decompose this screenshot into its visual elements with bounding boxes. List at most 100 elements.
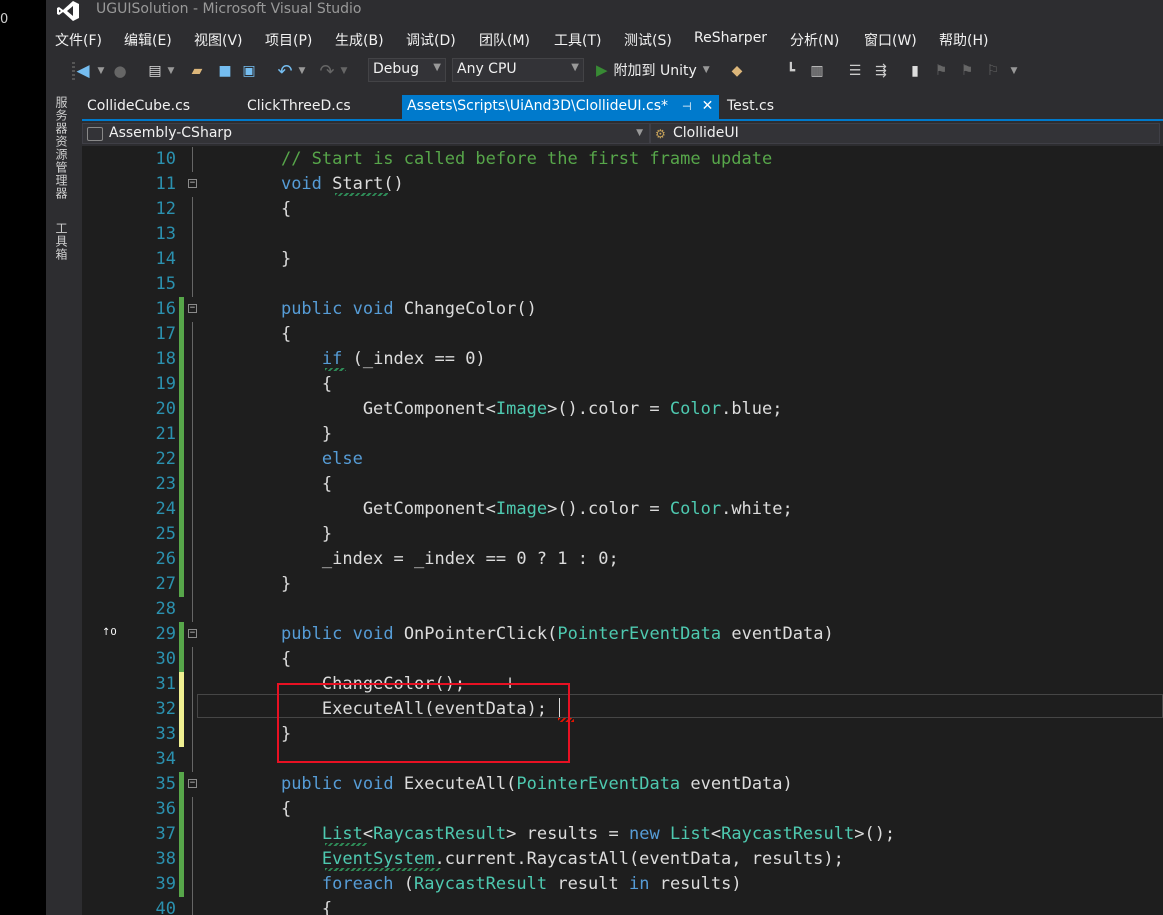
configuration-select[interactable]: Debug ▼ (368, 58, 446, 82)
attach-unity-button[interactable]: ▶ 附加到 Unity ▼ (596, 58, 710, 82)
menu-help[interactable]: 帮助(H) (939, 30, 988, 50)
collapse-icon[interactable]: − (188, 304, 197, 313)
code-line[interactable]: 11− void Start() (82, 172, 1163, 197)
step-icon[interactable]: ┗ (782, 60, 800, 82)
class-icon: ⚙ (655, 127, 666, 141)
code-line[interactable]: 27 } (82, 572, 1163, 597)
code-line[interactable]: 26 _index = _index == 0 ? 1 : 0; (82, 547, 1163, 572)
undo-icon[interactable]: ↶ (276, 60, 294, 82)
tab-clickthreed[interactable]: ClickThreeD.cs (247, 95, 351, 119)
menu-analyze[interactable]: 分析(N) (790, 30, 839, 50)
code-line[interactable]: 13 (82, 222, 1163, 247)
code-line[interactable]: 12 { (82, 197, 1163, 222)
menu-resharper[interactable]: ReSharper (694, 30, 767, 46)
menu-window[interactable]: 窗口(W) (864, 30, 917, 50)
menu-team[interactable]: 团队(M) (479, 30, 530, 50)
code-line[interactable]: 40 { (82, 897, 1163, 915)
code-line[interactable]: 35 − public void ExecuteAll(PointerEventD… (82, 772, 1163, 797)
code-line[interactable]: 38 EventSystem.current.RaycastAll(eventD… (82, 847, 1163, 872)
save-all-icon[interactable]: ▣ (240, 60, 258, 82)
code-line[interactable]: 24 GetComponent<Image>().color = Color.w… (82, 497, 1163, 522)
redo-icon[interactable]: ↷ (318, 60, 336, 82)
code-line[interactable]: 21 } (82, 422, 1163, 447)
open-file-icon[interactable]: ▰ (188, 60, 206, 82)
new-dropdown-icon[interactable]: ▼ (166, 60, 176, 82)
menu-file[interactable]: 文件(F) (55, 30, 102, 50)
visual-studio-logo-icon (57, 1, 79, 21)
menu-tools[interactable]: 工具(T) (554, 30, 601, 50)
menu-build[interactable]: 生成(B) (335, 30, 384, 50)
clear-bookmarks-icon[interactable]: ⚐ (984, 60, 1002, 82)
prev-bookmark-icon[interactable]: ⚑ (932, 60, 950, 82)
redo-dropdown-icon[interactable]: ▼ (339, 60, 349, 82)
toolbar-overflow-icon[interactable]: ▼ (1008, 60, 1020, 82)
code-text: GetComponent<Image>().color = Color.whit… (240, 499, 793, 519)
navigate-back-icon[interactable]: ◀ (74, 60, 92, 82)
pin-icon[interactable]: ⊣ (682, 100, 692, 113)
code-text: } (240, 249, 292, 269)
line-number: 18 (155, 349, 176, 369)
collapse-icon[interactable]: − (188, 179, 197, 188)
project-dropdown[interactable]: Assembly-CSharp ▼ (82, 123, 650, 144)
code-line[interactable]: 10 // Start is called before the first f… (82, 147, 1163, 172)
menu-test[interactable]: 测试(S) (624, 30, 672, 50)
collapse-icon[interactable]: − (188, 779, 197, 788)
bookmark-icon[interactable]: ▮ (906, 60, 924, 82)
next-bookmark-icon[interactable]: ⚑ (958, 60, 976, 82)
code-text: } (240, 574, 292, 594)
code-line[interactable]: 19 { (82, 372, 1163, 397)
navigate-forward-icon[interactable]: ● (112, 60, 128, 82)
change-marker (179, 397, 184, 422)
code-line[interactable]: 31 ChangeColor(); (82, 672, 1163, 697)
class-dropdown[interactable]: ⚙ ClollideUI (650, 123, 1160, 144)
code-line[interactable]: 39 foreach (RaycastResult result in resu… (82, 872, 1163, 897)
code-line[interactable]: 20 GetComponent<Image>().color = Color.b… (82, 397, 1163, 422)
code-editor[interactable]: ↑0 I 10 // Start is called before the fi… (82, 146, 1163, 915)
solution-config-icon[interactable]: ◆ (728, 60, 746, 82)
project-name: Assembly-CSharp (109, 125, 233, 141)
line-number: 31 (155, 674, 176, 694)
new-project-icon[interactable]: ▤ (146, 60, 164, 82)
code-line[interactable]: 18 if (_index == 0) (82, 347, 1163, 372)
code-line[interactable]: 28 (82, 597, 1163, 622)
server-explorer-tab[interactable]: 服务器资源管理器 (54, 96, 70, 200)
class-name: ClollideUI (673, 125, 739, 141)
undo-dropdown-icon[interactable]: ▼ (297, 60, 307, 82)
menu-edit[interactable]: 编辑(E) (124, 30, 172, 50)
toolbox-tab[interactable]: 工具箱 (54, 222, 70, 261)
line-number: 11 (155, 174, 176, 194)
code-line[interactable]: 22 else (82, 447, 1163, 472)
code-line[interactable]: 34 (82, 747, 1163, 772)
attach-dropdown-icon[interactable]: ▼ (703, 65, 710, 75)
code-line[interactable]: 23 { (82, 472, 1163, 497)
uncomment-icon[interactable]: ⇶ (872, 60, 890, 82)
toolbar-options-icon[interactable]: ▥ (808, 60, 826, 82)
code-line[interactable]: 14 } (82, 247, 1163, 272)
outline-guide (192, 322, 193, 347)
code-line[interactable]: 30 { (82, 647, 1163, 672)
code-line[interactable]: 36 { (82, 797, 1163, 822)
menu-project[interactable]: 项目(P) (265, 30, 312, 50)
code-line[interactable]: 15 (82, 272, 1163, 297)
code-line[interactable]: 37 List<RaycastResult> results = new Lis… (82, 822, 1163, 847)
tab-collidecube[interactable]: CollideCube.cs (87, 95, 190, 119)
code-line[interactable]: 25 } (82, 522, 1163, 547)
code-text: } (240, 424, 333, 444)
code-line[interactable]: 17 { (82, 322, 1163, 347)
tab-clollideui[interactable]: Assets\Scripts\UiAnd3D\ClollideUI.cs* ⊣ ✕ (402, 95, 720, 119)
collapse-icon[interactable]: − (188, 629, 197, 638)
code-line[interactable]: 16 − public void ChangeColor() (82, 297, 1163, 322)
menu-view[interactable]: 视图(V) (194, 30, 243, 50)
menu-debug[interactable]: 调试(D) (406, 30, 456, 50)
tab-test[interactable]: Test.cs (727, 95, 774, 119)
platform-select[interactable]: Any CPU ▼ (452, 58, 584, 82)
save-icon[interactable]: ■ (216, 60, 234, 82)
code-line[interactable]: 29 − public void OnPointerClick(PointerEv… (82, 622, 1163, 647)
code-line[interactable]: 33 } (82, 722, 1163, 747)
suggestion-squiggle (335, 193, 389, 196)
close-icon[interactable]: ✕ (702, 98, 714, 114)
outline-guide (192, 822, 193, 847)
comment-out-icon[interactable]: ☰ (846, 60, 864, 82)
back-dropdown-icon[interactable]: ▼ (96, 60, 106, 82)
code-line[interactable]: 32 ExecuteAll(eventData); (82, 697, 1163, 722)
